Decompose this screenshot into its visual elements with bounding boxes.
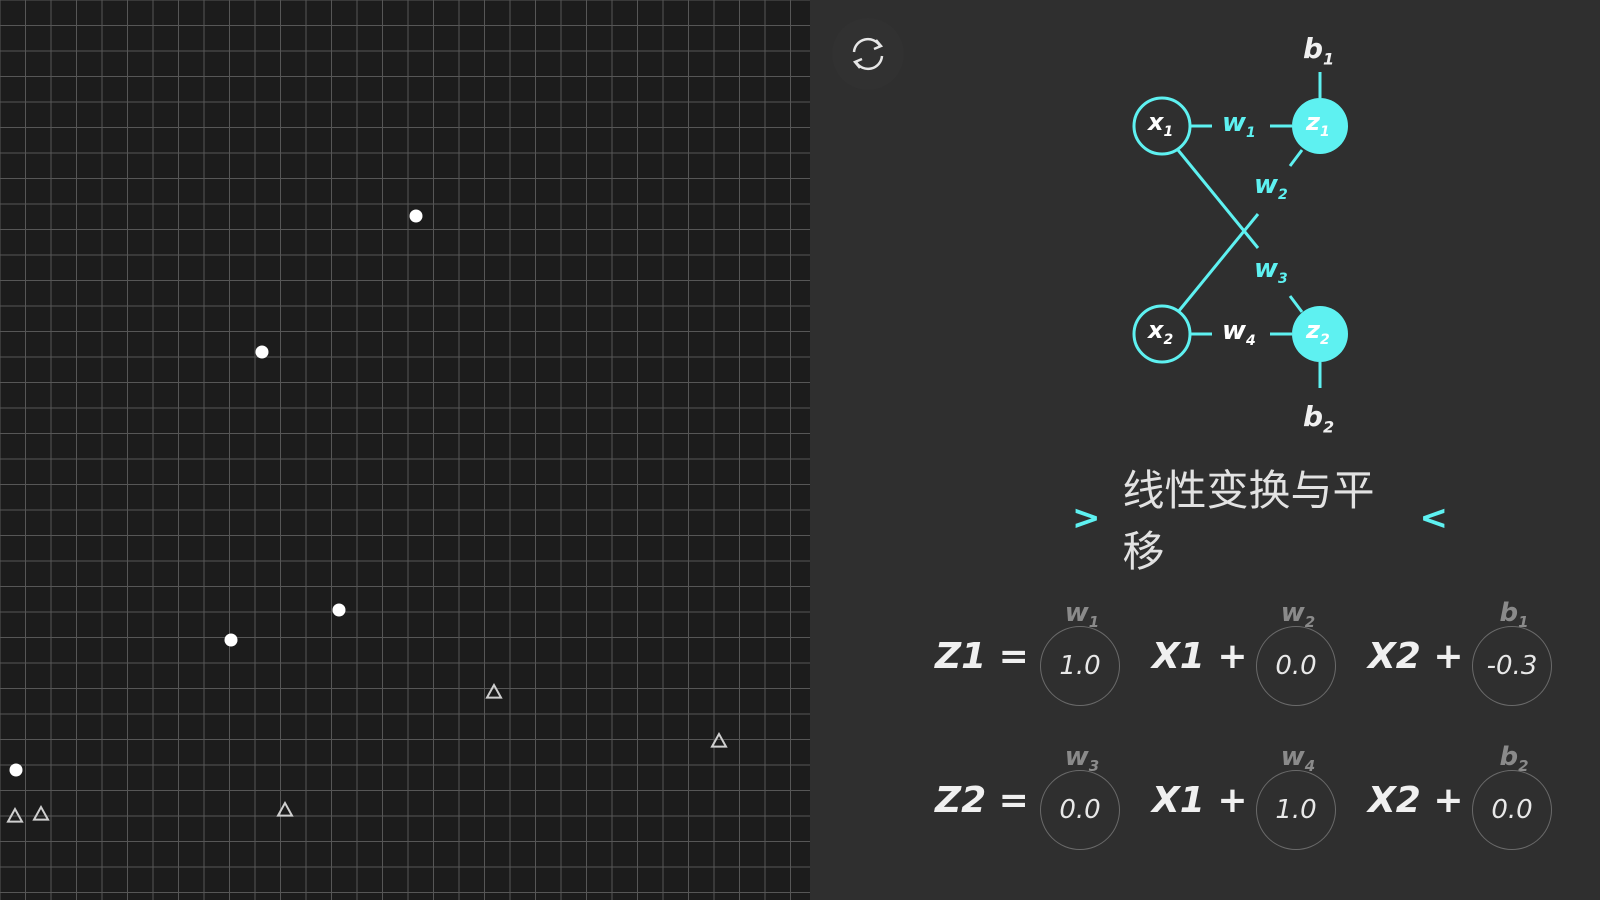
equation-term-x1: X1 + — [1152, 636, 1248, 677]
equation-term-x2: X2 + — [1368, 636, 1464, 677]
chevron-left-icon: < — [1419, 498, 1449, 538]
chevron-right-icon: > — [1072, 498, 1101, 538]
equation-term-x1: X1 + — [1152, 780, 1248, 821]
z1-label: z1 — [1306, 108, 1330, 140]
equation-lhs: Z2 = — [935, 780, 1029, 821]
x2-to-z1-edge — [1176, 213, 1260, 313]
b1-label: b1 — [1303, 32, 1335, 69]
w1-label: w1 — [1222, 108, 1256, 142]
b2-value-input[interactable]: 0.0 — [1472, 770, 1552, 850]
w3-value-input[interactable]: 0.0 — [1040, 770, 1120, 850]
x1-label: x1 — [1148, 108, 1174, 140]
w2-tick — [1288, 149, 1304, 167]
equation-row-z2: Z2 = w3 0.0 X1 + w4 1.0 X2 + b2 0.0 — [0, 742, 1600, 854]
z2-label: z2 — [1306, 316, 1330, 348]
w1-value-input[interactable]: 1.0 — [1040, 626, 1120, 706]
w3-label: w3 — [1254, 254, 1288, 288]
x1-to-z2-edge — [1176, 149, 1260, 249]
equation-term-x2: X2 + — [1368, 780, 1464, 821]
equation-lhs: Z1 = — [935, 636, 1029, 677]
w4-label: w4 — [1222, 316, 1256, 350]
w2-value-input[interactable]: 0.0 — [1256, 626, 1336, 706]
b1-value-input[interactable]: -0.3 — [1472, 626, 1552, 706]
network-diagram — [1132, 72, 1348, 388]
x2-label: x2 — [1148, 316, 1174, 348]
equation-row-z1: Z1 = w1 1.0 X1 + w2 0.0 X2 + b1 -0.3 — [0, 598, 1600, 710]
section-title-text: 线性变换与平移 — [1122, 466, 1375, 576]
b2-label: b2 — [1303, 400, 1335, 437]
w3-tick — [1288, 295, 1304, 313]
section-title: > 线性变换与平移 < — [1050, 466, 1470, 576]
w2-label: w2 — [1254, 170, 1288, 204]
w4-value-input[interactable]: 1.0 — [1256, 770, 1336, 850]
